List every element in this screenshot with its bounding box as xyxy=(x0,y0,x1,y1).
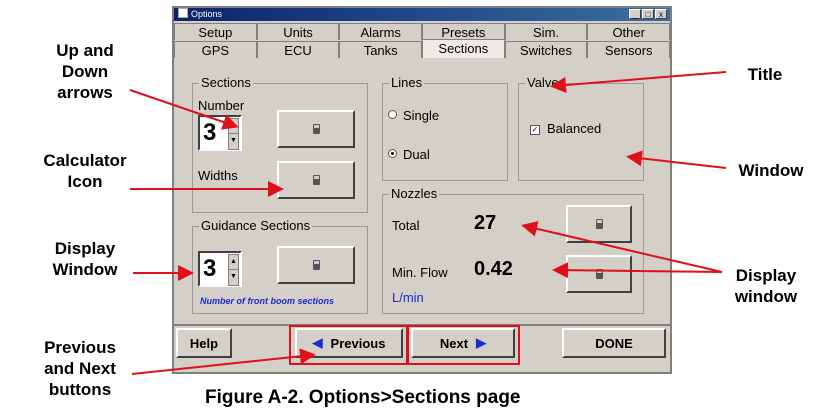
down-arrow-icon[interactable]: ▼ xyxy=(228,269,239,286)
calculator-icon xyxy=(595,269,603,279)
tab-units[interactable]: Units xyxy=(256,23,340,40)
calculator-icon xyxy=(312,175,320,185)
lines-group: Lines xyxy=(382,75,508,181)
down-arrow-icon[interactable]: ▼ xyxy=(228,133,239,150)
sections-number-spinner[interactable]: 3 ▲ ▼ xyxy=(198,115,242,151)
tab-row-1: Setup Units Alarms Presets Sim. Other xyxy=(174,23,671,40)
min-flow-calculator-button[interactable] xyxy=(566,255,632,293)
tab-gps[interactable]: GPS xyxy=(174,41,257,58)
options-window: Options _ □ x Setup Units Alarms Presets… xyxy=(172,6,672,374)
guidance-calculator-button[interactable] xyxy=(277,246,355,284)
annotation-window: Window xyxy=(738,161,804,180)
calculator-icon xyxy=(312,124,320,134)
sections-number-value: 3 xyxy=(203,119,217,146)
minimize-icon[interactable]: _ xyxy=(629,9,641,19)
tab-switches[interactable]: Switches xyxy=(504,41,588,58)
tab-sections[interactable]: Sections xyxy=(422,39,505,58)
total-label: Total xyxy=(392,218,420,233)
min-flow-value: 0.42 xyxy=(474,258,513,280)
annotation-title: Title xyxy=(747,65,783,84)
tab-setup[interactable]: Setup xyxy=(174,23,257,40)
calculator-icon xyxy=(595,219,603,229)
guidance-sections-spinner[interactable]: 3 ▲ ▼ xyxy=(198,251,242,287)
tab-row-2: GPS ECU Tanks Sections Switches Sensors xyxy=(174,39,671,58)
radio-single[interactable]: Single xyxy=(388,108,439,123)
help-button[interactable]: Help xyxy=(176,328,232,358)
next-highlight xyxy=(407,325,520,365)
tab-ecu[interactable]: ECU xyxy=(256,41,340,58)
radio-dual-icon[interactable] xyxy=(388,149,397,158)
guidance-note: Number of front boom sections xyxy=(200,296,335,306)
balanced-label: Balanced xyxy=(547,121,602,136)
sections-number-calculator-button[interactable] xyxy=(277,110,355,148)
annotation-calculator-icon: Calculator Icon xyxy=(43,151,127,191)
close-icon[interactable]: x xyxy=(655,9,667,19)
radio-single-label: Single xyxy=(403,108,440,123)
tab-presets[interactable]: Presets xyxy=(422,23,505,40)
calculator-icon xyxy=(312,260,320,270)
annotation-up-down-arrows: Up and Down arrows xyxy=(56,41,114,102)
radio-dual[interactable]: Dual xyxy=(388,147,430,162)
total-value: 27 xyxy=(474,212,497,234)
figure-caption: Figure A-2. Options>Sections page xyxy=(205,387,521,408)
maximize-icon[interactable]: □ xyxy=(642,9,654,19)
min-flow-label: Min. Flow xyxy=(392,265,448,280)
annotation-display-window-right: Display window xyxy=(734,266,798,306)
annotation-display-window-left: Display Window xyxy=(52,239,118,279)
total-calculator-button[interactable] xyxy=(566,205,632,243)
tab-alarms[interactable]: Alarms xyxy=(339,23,423,40)
window-titlebar: Options _ □ x xyxy=(174,8,670,21)
balanced-checkbox[interactable]: ✓ Balanced xyxy=(530,121,601,136)
nozzles-legend: Nozzles xyxy=(389,186,440,201)
tab-sim[interactable]: Sim. xyxy=(504,23,588,40)
widths-calculator-button[interactable] xyxy=(277,161,355,199)
done-button[interactable]: DONE xyxy=(562,328,666,358)
unit-label: L/min xyxy=(392,290,424,305)
checkbox-icon[interactable]: ✓ xyxy=(530,125,540,135)
widths-label: Widths xyxy=(198,168,238,183)
lines-legend: Lines xyxy=(389,75,425,90)
tab-other[interactable]: Other xyxy=(587,23,671,40)
annotation-previous-next: Previous and Next buttons xyxy=(44,338,116,399)
app-icon xyxy=(178,8,188,18)
tab-tanks[interactable]: Tanks xyxy=(339,41,423,58)
window-title: Options xyxy=(191,9,223,19)
number-label: Number xyxy=(198,98,245,113)
previous-highlight xyxy=(289,325,408,365)
radio-dual-label: Dual xyxy=(403,147,430,162)
guidance-legend: Guidance Sections xyxy=(199,218,313,233)
tab-sensors[interactable]: Sensors xyxy=(587,41,671,58)
valves-legend: Valves xyxy=(525,75,568,90)
guidance-sections-value: 3 xyxy=(203,255,217,282)
radio-single-icon[interactable] xyxy=(388,110,397,119)
sections-legend: Sections xyxy=(199,75,253,90)
